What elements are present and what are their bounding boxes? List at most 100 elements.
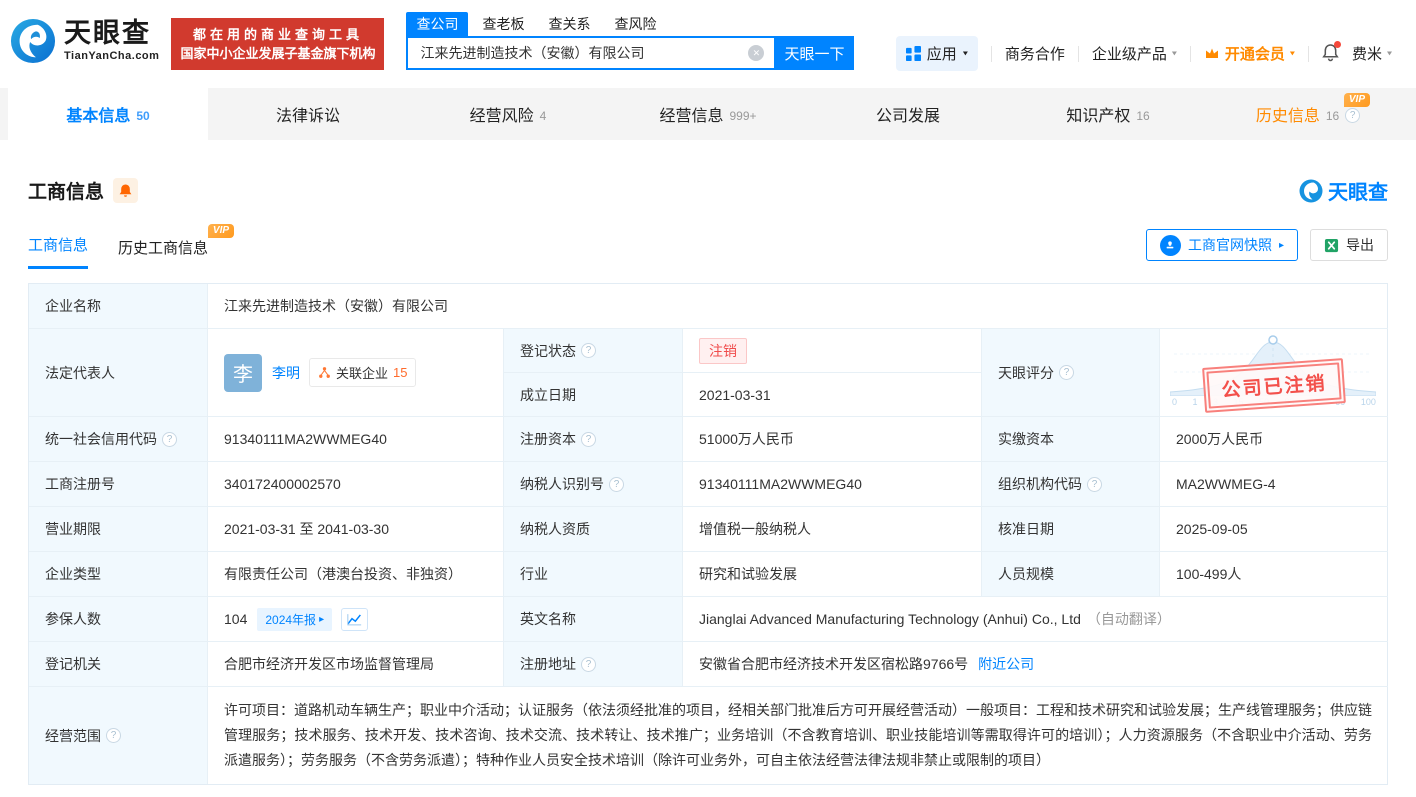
tab-label: 经营风险 — [469, 108, 534, 125]
help-icon[interactable]: ? — [581, 656, 596, 672]
value-text: 51000万人民币 — [699, 431, 794, 447]
divider — [1307, 45, 1309, 62]
label-text: 注册地址 — [520, 656, 576, 672]
logo-cn: 天眼查 — [64, 18, 151, 48]
snapshot-label: 工商官网快照 — [1187, 237, 1272, 253]
chevron-down-icon: ▾ — [1386, 49, 1392, 58]
value-text: 100-499人 — [1176, 566, 1242, 582]
help-icon[interactable]: ? — [581, 431, 596, 447]
tab-basic-info[interactable]: 基本信息 50 — [8, 88, 208, 140]
cooperation-menu[interactable]: 商务合作 — [1005, 43, 1065, 64]
field-label: 天眼评分 ? — [982, 329, 1160, 417]
tyc-score-cell: 0 1 3 15 50 85 97 99 100 公司已注销 — [1160, 329, 1388, 417]
field-label: 成立日期 — [504, 373, 683, 417]
enterprise-menu[interactable]: 企业级产品 ▾ — [1092, 43, 1177, 64]
company-nav-tabs: 基本信息 50 法律诉讼 经营风险 4 经营信息 999+ 公司发展 知识产权 … — [0, 88, 1416, 140]
paid-capital-cell: 2000万人民币 — [1160, 417, 1388, 462]
open-vip-label: 开通会员 — [1224, 46, 1285, 63]
subtab-business-info[interactable]: 工商信息 — [28, 234, 89, 269]
open-vip-menu[interactable]: 开通会员 ▾ — [1204, 43, 1295, 64]
field-label: 登记机关 — [29, 642, 208, 687]
tab-operation-risk[interactable]: 经营风险 4 — [408, 88, 608, 140]
company-type-cell: 有限责任公司（港澳台投资、非独资） — [208, 552, 504, 597]
apps-menu[interactable]: 应用 ▾ — [895, 36, 978, 71]
avatar[interactable]: 李 — [224, 353, 262, 392]
taxpayer-id-cell: 91340111MA2WWMEG40 — [683, 462, 982, 507]
legal-rep-link[interactable]: 李明 — [272, 363, 300, 383]
approval-date-cell: 2025-09-05 — [1160, 507, 1388, 552]
user-menu[interactable]: 费米 ▾ — [1352, 43, 1392, 64]
stamp-text: 公司已注销 — [1206, 362, 1342, 409]
help-icon[interactable]: ? — [162, 431, 177, 447]
field-label: 纳税人资质 — [504, 507, 683, 552]
business-scope-cell: 许可项目：道路机动车辆生产；职业中介活动；认证服务（依法须经批准的项目，经相关部… — [208, 687, 1388, 784]
reg-authority-cell: 合肥市经济开发区市场监督管理局 — [208, 642, 504, 687]
slogan-banner: 都在用的商业查询工具 国家中小企业发展子基金旗下机构 — [171, 18, 385, 70]
related-companies-badge[interactable]: 关联企业 15 — [309, 358, 417, 387]
value-text: MA2WWMEG-4 — [1176, 476, 1276, 492]
official-snapshot-button[interactable]: 工商官网快照 ▸ — [1145, 229, 1298, 261]
section-title: 工商信息 — [28, 182, 105, 203]
help-icon[interactable]: ? — [609, 476, 624, 492]
value-text: 340172400002570 — [224, 476, 341, 492]
arrow-right-icon: ▸ — [319, 613, 325, 625]
tab-company-development[interactable]: 公司发展 — [808, 88, 1008, 140]
field-label: 人员规模 — [982, 552, 1160, 597]
subtab-label: 历史工商信息 — [118, 240, 209, 257]
subtab-history-business-info[interactable]: VIP 历史工商信息 — [118, 224, 235, 269]
label-text: 参保人数 — [45, 611, 101, 627]
tab-label: 经营信息 — [659, 108, 724, 125]
notification-dot — [1333, 41, 1341, 48]
annual-report-badge[interactable]: 2024年报 ▸ — [257, 607, 333, 631]
notifications-bell[interactable] — [1322, 41, 1341, 65]
search-tab-relation[interactable]: 查关系 — [538, 12, 600, 36]
search-tab-company[interactable]: 查公司 — [406, 12, 469, 36]
reg-status-cell: 注销 — [683, 329, 982, 373]
arrow-right-icon: ▸ — [1278, 239, 1284, 251]
field-label: 经营范围 ? — [29, 687, 208, 784]
value-text: 2021-03-31 — [699, 386, 771, 403]
field-label: 参保人数 — [29, 597, 208, 642]
vip-badge: VIP — [1343, 93, 1370, 107]
auto-translate-note: （自动翻译） — [1086, 611, 1171, 627]
search-tab-risk[interactable]: 查风险 — [604, 12, 666, 36]
chevron-down-icon: ▾ — [962, 49, 968, 58]
tab-history-info[interactable]: VIP 历史信息 16 ? — [1208, 88, 1408, 140]
tab-legal-litigation[interactable]: 法律诉讼 — [208, 88, 408, 140]
search-button[interactable]: 天眼一下 — [774, 36, 855, 70]
label-text: 工商注册号 — [45, 476, 115, 492]
slogan-line1: 都在用的商业查询工具 — [192, 27, 363, 42]
export-button[interactable]: 导出 — [1310, 229, 1388, 261]
label-text: 企业名称 — [45, 298, 101, 314]
nearby-companies-link[interactable]: 附近公司 — [978, 654, 1034, 674]
help-icon[interactable]: ? — [581, 343, 596, 358]
search-input[interactable] — [406, 36, 775, 70]
reg-address-cell: 安徽省合肥市经济技术开发区宿松路9766号 附近公司 — [683, 642, 1388, 687]
tab-count: 999+ — [729, 108, 757, 123]
tab-intellectual-property[interactable]: 知识产权 16 — [1008, 88, 1208, 140]
tianyancha-logo[interactable]: 天眼查 TianYanCha.com — [10, 18, 159, 64]
divider — [1077, 45, 1079, 62]
stamp-icon — [1159, 234, 1181, 256]
help-icon[interactable]: ? — [1345, 107, 1361, 123]
search-tab-boss[interactable]: 查老板 — [472, 12, 534, 36]
help-icon[interactable]: ? — [1059, 365, 1074, 380]
apps-label: 应用 — [926, 46, 957, 63]
tab-business-info[interactable]: 经营信息 999+ — [608, 88, 808, 140]
help-icon[interactable]: ? — [106, 728, 121, 743]
field-label: 法定代表人 — [29, 329, 208, 417]
value-text: 许可项目：道路机动车辆生产；职业中介活动；认证服务（依法须经批准的项目，经相关部… — [224, 702, 1372, 768]
field-label: 英文名称 — [504, 597, 683, 642]
business-info-table: 企业名称 江来先进制造技术（安徽）有限公司 法定代表人 李 李明 关联企业 15… — [28, 283, 1388, 785]
field-label: 注册地址 ? — [504, 642, 683, 687]
label-text: 成立日期 — [520, 386, 576, 403]
staff-size-cell: 100-499人 — [1160, 552, 1388, 597]
field-label: 统一社会信用代码 ? — [29, 417, 208, 462]
report-label: 2024年报 — [265, 612, 317, 627]
subscribe-bell-button[interactable] — [113, 178, 139, 203]
tianyancha-logo-icon — [10, 18, 56, 64]
value-text: 有限责任公司（港澳台投资、非独资） — [224, 566, 462, 582]
label-text: 经营范围 — [45, 727, 101, 744]
trend-chart-button[interactable] — [341, 607, 369, 631]
help-icon[interactable]: ? — [1087, 476, 1102, 492]
